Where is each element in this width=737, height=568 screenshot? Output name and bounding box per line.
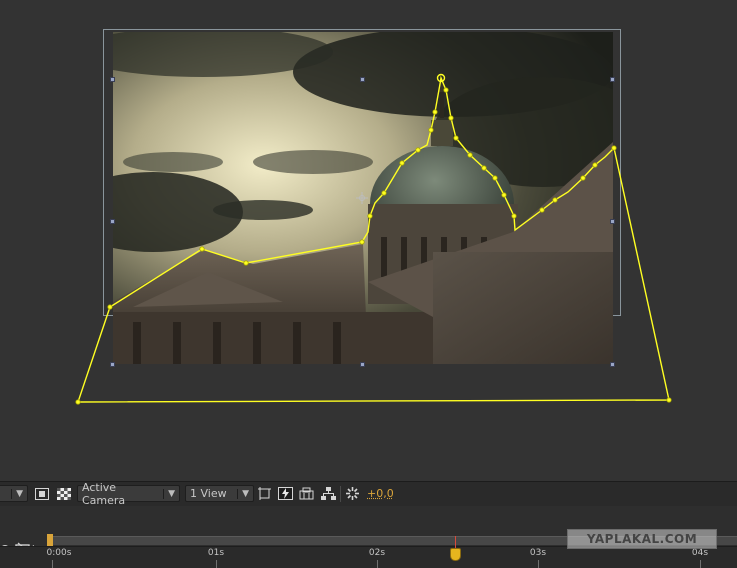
chevron-down-icon: ▼ [163, 489, 175, 499]
playhead-line [455, 536, 456, 548]
pixel-aspect-icon[interactable] [298, 485, 315, 502]
mask-toggle-icon[interactable] [33, 485, 50, 502]
chevron-down-icon: ▼ [11, 489, 23, 499]
watermark: YAPLAKAL.COM [567, 529, 717, 549]
viewer-toolbar: ▼ Active Camera ▼ 1 View ▼ +0,0 [0, 481, 737, 507]
transform-handle[interactable] [110, 77, 115, 82]
current-time-indicator[interactable] [450, 548, 461, 561]
exposure-reset-icon[interactable] [344, 485, 361, 502]
work-area-start-handle[interactable] [47, 534, 53, 546]
ruler-tick-label: 02s [369, 548, 385, 558]
views-layout-dropdown[interactable]: 1 View ▼ [185, 485, 254, 502]
exposure-value[interactable]: +0,0 [367, 485, 394, 502]
transform-handle[interactable] [110, 219, 115, 224]
chevron-down-icon: ▼ [237, 489, 249, 499]
ruler-tick-label: 0:00s [47, 548, 72, 558]
transparency-grid-icon[interactable] [55, 485, 72, 502]
toolbar-divider [340, 486, 341, 502]
transform-handle[interactable] [110, 362, 115, 367]
views-layout-label: 1 View [190, 487, 227, 500]
ruler-tick-label: 04s [692, 548, 708, 558]
time-ruler[interactable]: 0:00s 01s 02s 03s 04s [0, 546, 737, 568]
fast-previews-icon[interactable] [277, 485, 294, 502]
transform-handle[interactable] [360, 362, 365, 367]
exposure-value-text: +0,0 [367, 487, 394, 500]
composition-viewer[interactable] [0, 0, 737, 480]
ruler-tick-label: 03s [530, 548, 546, 558]
transform-handle[interactable] [610, 77, 615, 82]
transform-handle[interactable] [610, 219, 615, 224]
view-dropdown[interactable]: Active Camera ▼ [77, 485, 180, 502]
transform-handle[interactable] [610, 362, 615, 367]
magnification-dropdown[interactable]: ▼ [0, 485, 28, 502]
view-dropdown-label: Active Camera [82, 481, 157, 507]
flowchart-icon[interactable] [320, 485, 337, 502]
region-of-interest-icon[interactable] [256, 485, 273, 502]
ruler-tick-label: 01s [208, 548, 224, 558]
transform-handle[interactable] [360, 77, 365, 82]
